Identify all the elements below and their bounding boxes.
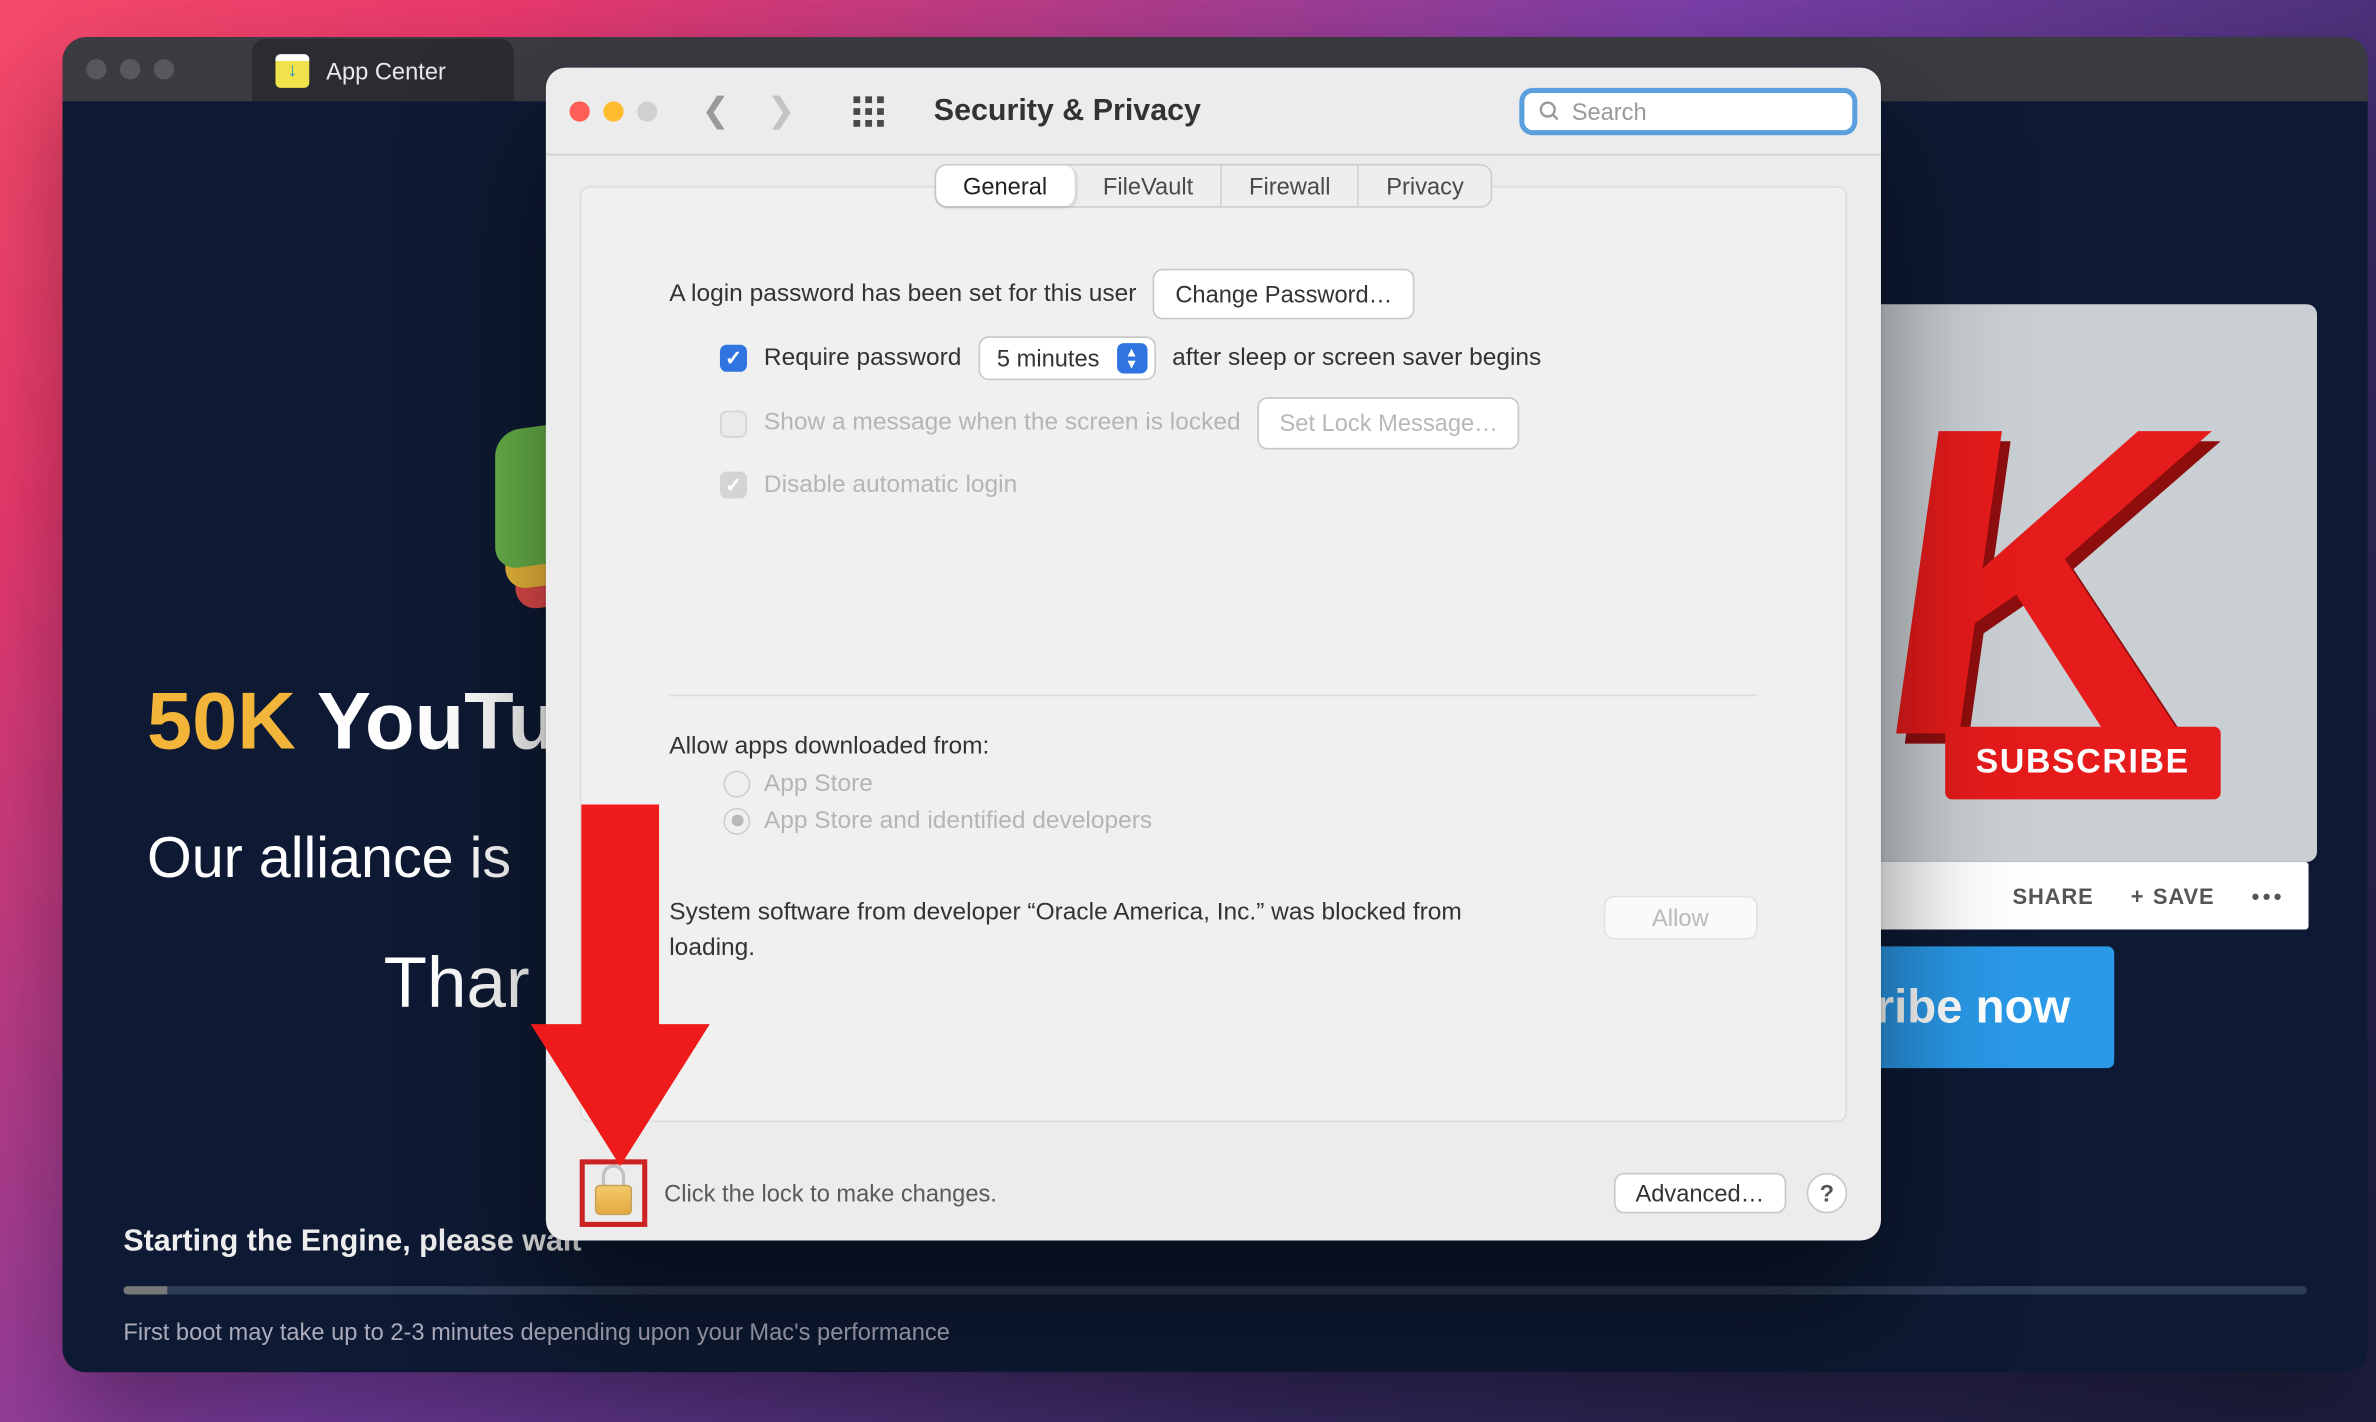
set-lock-message-button: Set Lock Message… bbox=[1258, 398, 1520, 449]
prefs-traffic-lights[interactable] bbox=[570, 101, 658, 121]
password-set-label: A login password has been set for this u… bbox=[669, 275, 1136, 314]
progress-bar bbox=[123, 1286, 2306, 1294]
browser-tab-app-center[interactable]: ↓ App Center bbox=[252, 39, 514, 103]
promo-block: 50K YouTu Our alliance is Thar bbox=[147, 423, 557, 1025]
status-bar: Starting the Engine, please wait First b… bbox=[63, 1224, 2368, 1346]
yt-save-button[interactable]: SAVE bbox=[2131, 883, 2215, 908]
close-icon[interactable] bbox=[570, 101, 590, 121]
search-field[interactable] bbox=[1519, 87, 1857, 134]
search-icon bbox=[1538, 99, 1562, 123]
bg-traffic-max[interactable] bbox=[154, 59, 174, 79]
radio-identified-developers-label: App Store and identified developers bbox=[764, 808, 1152, 835]
lock-icon[interactable] bbox=[595, 1171, 632, 1215]
require-password-delay-select[interactable]: 5 minutes ▲▼ bbox=[978, 337, 1155, 381]
tab-general[interactable]: General bbox=[936, 166, 1076, 207]
status-subtitle: First boot may take up to 2-3 minutes de… bbox=[123, 1318, 2306, 1345]
app-center-icon: ↓ bbox=[275, 54, 309, 88]
change-password-button[interactable]: Change Password… bbox=[1153, 269, 1414, 320]
divider bbox=[669, 695, 1757, 697]
bg-traffic-close[interactable] bbox=[86, 59, 106, 79]
require-password-checkbox[interactable] bbox=[720, 345, 747, 372]
promo-subline: Our alliance is bbox=[147, 826, 557, 892]
tab-filevault[interactable]: FileVault bbox=[1076, 166, 1222, 207]
after-sleep-label: after sleep or screen saver begins bbox=[1172, 339, 1541, 378]
advanced-button[interactable]: Advanced… bbox=[1613, 1173, 1786, 1214]
zoom-icon[interactable] bbox=[637, 101, 657, 121]
prefs-panel: General FileVault Firewall Privacy A log… bbox=[580, 186, 1848, 1122]
lock-highlight-box bbox=[580, 1159, 648, 1227]
show-message-label: Show a message when the screen is locked bbox=[764, 404, 1241, 443]
subscribe-badge[interactable]: SUBSCRIBE bbox=[1945, 727, 2220, 800]
yt-more-button[interactable] bbox=[2252, 883, 2285, 908]
help-button[interactable]: ? bbox=[1807, 1173, 1848, 1214]
yt-share-button[interactable]: SHARE bbox=[2012, 883, 2093, 908]
bg-traffic-lights[interactable] bbox=[86, 59, 174, 79]
minimize-icon[interactable] bbox=[603, 101, 623, 121]
section-allow-apps: Allow apps downloaded from: App Store Ap… bbox=[581, 703, 1845, 842]
lock-hint-label: Click the lock to make changes. bbox=[664, 1180, 997, 1207]
nav-arrows: ❮ ❯ bbox=[701, 90, 795, 132]
search-input[interactable] bbox=[1572, 97, 1839, 124]
tab-title: App Center bbox=[326, 57, 446, 84]
tab-firewall[interactable]: Firewall bbox=[1222, 166, 1359, 207]
bg-traffic-min[interactable] bbox=[120, 59, 140, 79]
allow-apps-label: Allow apps downloaded from: bbox=[669, 733, 1757, 760]
prefs-titlebar: ❮ ❯ Security & Privacy bbox=[546, 68, 1881, 156]
youtube-toolbar: SHARE SAVE bbox=[1852, 862, 2308, 930]
disable-auto-login-checkbox bbox=[720, 472, 747, 499]
tab-privacy[interactable]: Privacy bbox=[1359, 166, 1491, 207]
show-all-icon[interactable] bbox=[853, 95, 883, 125]
system-prefs-window: ❮ ❯ Security & Privacy General FileVault… bbox=[546, 68, 1881, 1241]
prefs-title: Security & Privacy bbox=[934, 93, 1201, 128]
forward-button[interactable]: ❯ bbox=[767, 90, 795, 132]
radio-identified-developers bbox=[723, 808, 750, 835]
stepper-icon: ▲▼ bbox=[1116, 344, 1146, 374]
prefs-footer: Click the lock to make changes. Advanced… bbox=[546, 1146, 1881, 1241]
radio-app-store-label: App Store bbox=[764, 771, 873, 798]
section-login: A login password has been set for this u… bbox=[581, 208, 1845, 553]
prefs-body: General FileVault Firewall Privacy A log… bbox=[546, 155, 1881, 1145]
delay-value: 5 minutes bbox=[997, 340, 1100, 378]
radio-app-store bbox=[723, 771, 750, 798]
promo-thanks: Thar bbox=[384, 943, 558, 1024]
allow-button[interactable]: Allow bbox=[1603, 896, 1758, 940]
require-password-label: Require password bbox=[764, 339, 962, 378]
show-message-checkbox bbox=[720, 410, 747, 437]
promo-headline: 50K YouTu bbox=[147, 676, 557, 769]
back-button[interactable]: ❮ bbox=[701, 90, 729, 132]
blocked-software-message: System software from developer “Oracle A… bbox=[669, 896, 1480, 967]
section-blocked-software: System software from developer “Oracle A… bbox=[581, 842, 1845, 984]
tab-bar: General FileVault Firewall Privacy bbox=[934, 164, 1492, 208]
disable-auto-login-label: Disable automatic login bbox=[764, 466, 1017, 505]
